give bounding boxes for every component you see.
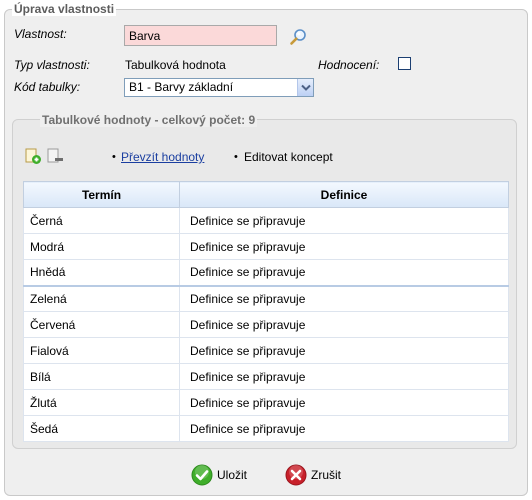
definition-cell: Definice se připravuje — [179, 259, 509, 286]
property-label: Vlastnost: — [14, 27, 67, 41]
cancel-button[interactable]: Zrušit — [285, 463, 341, 487]
term-cell: Fialová — [23, 337, 180, 364]
definition-cell: Definice se připravuje — [179, 389, 509, 416]
property-type-value: Tabulková hodnota — [125, 58, 226, 72]
property-input[interactable] — [124, 25, 277, 46]
panel-title: Úprava vlastnosti — [12, 2, 117, 16]
definition-cell: Definice se připravuje — [179, 311, 509, 338]
table-row[interactable]: Fialová Definice se připravuje — [23, 337, 509, 364]
table-values-title: Tabulkové hodnoty - celkový počet: 9 — [40, 113, 258, 127]
table-row[interactable]: Bílá Definice se připravuje — [23, 363, 509, 390]
term-cell: Modrá — [23, 233, 180, 260]
table-row[interactable]: Černá Definice se připravuje — [23, 207, 509, 234]
edit-concept-action[interactable]: Editovat koncept — [244, 150, 333, 164]
table-code-select[interactable]: B1 - Barvy základní — [124, 78, 314, 97]
column-header-term[interactable]: Termín — [23, 181, 180, 208]
definition-cell: Definice se připravuje — [179, 284, 509, 312]
definition-cell: Definice se připravuje — [179, 207, 509, 234]
term-cell: Zelená — [23, 284, 180, 312]
table-row[interactable]: Šedá Definice se připravuje — [23, 415, 509, 442]
definition-cell: Definice se připravuje — [179, 363, 509, 390]
definition-cell: Definice se připravuje — [179, 415, 509, 442]
table-code-selected: B1 - Barvy základní — [129, 80, 234, 94]
table-header-row: Termín Definice — [23, 181, 509, 208]
remove-row-icon[interactable] — [46, 147, 64, 165]
term-cell: Bílá — [23, 363, 180, 390]
cancel-label: Zrušit — [311, 468, 341, 482]
definition-cell: Definice se připravuje — [179, 337, 509, 364]
rating-checkbox[interactable] — [398, 57, 411, 70]
term-cell: Červená — [23, 311, 180, 338]
save-button[interactable]: Uložit — [191, 463, 247, 487]
term-cell: Hnědá — [23, 259, 180, 286]
bullet: • — [234, 151, 238, 163]
close-icon — [285, 464, 307, 486]
table-row[interactable]: Zelená Definice se připravuje — [23, 284, 509, 312]
chevron-down-icon[interactable] — [297, 79, 313, 96]
definition-cell: Definice se připravuje — [179, 233, 509, 260]
add-row-icon[interactable] — [24, 147, 42, 165]
column-header-definition[interactable]: Definice — [179, 181, 509, 208]
table-code-label: Kód tabulky: — [14, 80, 81, 94]
save-label: Uložit — [217, 468, 248, 482]
table-row[interactable]: Červená Definice se připravuje — [23, 311, 509, 338]
check-icon — [191, 464, 213, 486]
take-values-link[interactable]: Převzít hodnoty — [121, 150, 204, 164]
rating-label: Hodnocení: — [318, 58, 380, 72]
term-cell: Žlutá — [23, 389, 180, 416]
bullet: • — [112, 151, 116, 163]
magnifier-icon[interactable] — [289, 27, 309, 47]
property-type-label: Typ vlastnosti: — [14, 58, 90, 72]
table-row[interactable]: Modrá Definice se připravuje — [23, 233, 509, 260]
table-row[interactable]: Hnědá Definice se připravuje — [23, 259, 509, 286]
values-table: Termín Definice Černá Definice se připra… — [23, 181, 509, 442]
term-cell: Černá — [23, 207, 180, 234]
term-cell: Šedá — [23, 415, 180, 442]
table-row[interactable]: Žlutá Definice se připravuje — [23, 389, 509, 416]
